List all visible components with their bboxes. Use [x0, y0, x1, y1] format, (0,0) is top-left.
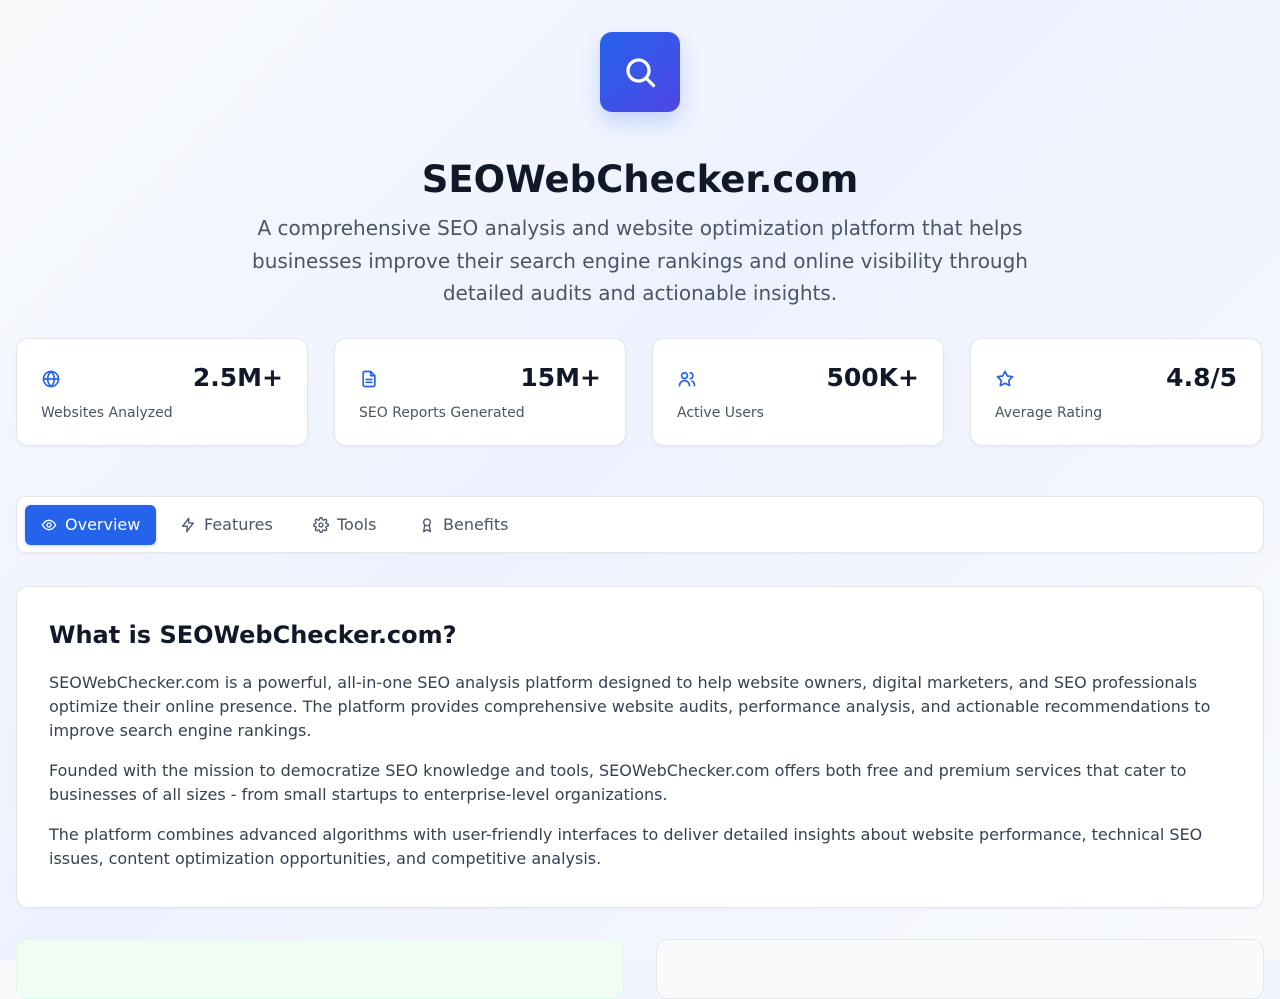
eye-icon	[41, 517, 57, 533]
overview-title: What is SEOWebChecker.com?	[49, 621, 457, 649]
page-title: SEOWebChecker.com	[421, 157, 859, 201]
gear-icon	[313, 517, 329, 533]
gray-info-card	[656, 939, 1264, 999]
tab-tools[interactable]: Tools	[297, 505, 395, 545]
tab-label: Overview	[65, 515, 141, 534]
overview-paragraph-1: SEOWebChecker.com is a powerful, all-in-…	[49, 673, 1211, 740]
tab-overview[interactable]: Overview	[25, 505, 156, 545]
search-icon	[626, 58, 656, 88]
document-icon	[359, 369, 379, 389]
logo	[600, 32, 680, 112]
award-icon	[419, 517, 435, 533]
stat-value: 4.8/5	[1166, 363, 1237, 392]
stat-card-seo-reports-generated: 15M+ SEO Reports Generated	[334, 338, 626, 446]
green-info-card	[16, 939, 624, 999]
stat-card-average-rating: 4.8/5 Average Rating	[970, 338, 1262, 446]
stat-value: 15M+	[520, 363, 601, 392]
hero-description: A comprehensive SEO analysis and website…	[252, 216, 1028, 305]
stat-value: 2.5M+	[192, 363, 283, 392]
tab-label: Tools	[337, 515, 377, 534]
tab-label: Features	[204, 515, 273, 534]
star-icon	[995, 369, 1015, 389]
hero-section: SEOWebChecker.com A comprehensive SEO an…	[0, 0, 1280, 320]
stat-card-active-users: 500K+ Active Users	[652, 338, 944, 446]
stat-label: Average Rating	[995, 405, 1103, 421]
tab-features[interactable]: Features	[164, 505, 289, 545]
stat-label: Websites Analyzed	[41, 405, 173, 421]
overview-paragraph-3: The platform combines advanced algorithm…	[49, 825, 1203, 868]
stat-value: 500K+	[826, 363, 919, 392]
tab-label: Benefits	[443, 515, 509, 534]
stat-label: SEO Reports Generated	[359, 405, 525, 421]
overview-paragraph-2: Founded with the mission to democratize …	[49, 761, 1187, 804]
users-icon	[677, 369, 697, 389]
globe-icon	[41, 369, 61, 389]
zap-icon	[180, 517, 196, 533]
overview-card: What is SEOWebChecker.com? SEOWebChecker…	[16, 586, 1264, 908]
tab-bar: Overview Features Tools Benefits	[16, 496, 1264, 553]
stat-label: Active Users	[677, 405, 764, 421]
tab-benefits[interactable]: Benefits	[403, 505, 528, 545]
stat-card-websites-analyzed: 2.5M+ Websites Analyzed	[16, 338, 308, 446]
